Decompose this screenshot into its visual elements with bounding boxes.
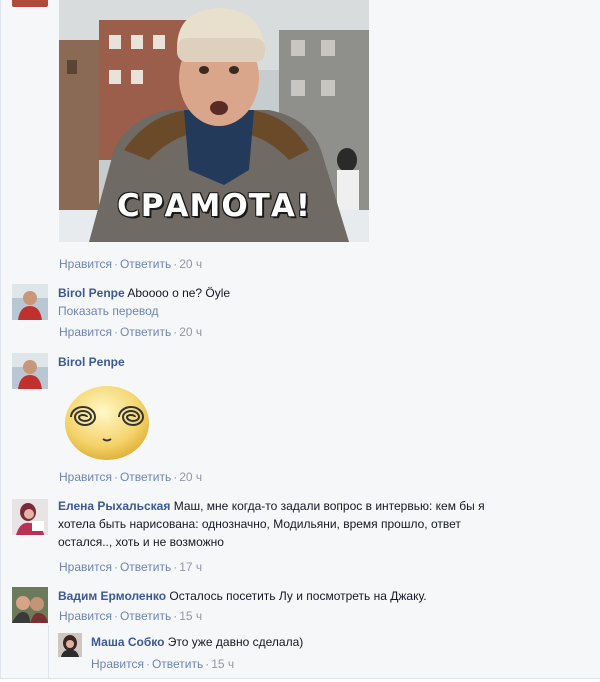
timestamp[interactable]: 17 ч xyxy=(179,560,202,574)
separator: · xyxy=(113,560,118,574)
author-name[interactable]: Елена Рыхальская xyxy=(58,499,170,513)
reply-link[interactable]: Ответить xyxy=(120,325,171,339)
avatar[interactable] xyxy=(12,353,48,389)
comment-body: Елена Рыхальская Маш, мне когда-то задал… xyxy=(58,497,588,551)
avatar-photo xyxy=(12,284,48,320)
left-border xyxy=(0,0,1,681)
comment-actions: Нравится · Ответить · 17 ч xyxy=(59,560,202,574)
like-link[interactable]: Нравится xyxy=(59,325,112,339)
author-name[interactable]: Маша Собко xyxy=(91,635,164,649)
author-name[interactable]: Birol Penpe xyxy=(58,286,125,300)
author-name[interactable]: Birol Penpe xyxy=(58,355,125,369)
avatar-photo xyxy=(12,587,48,623)
separator: · xyxy=(113,470,118,484)
like-link[interactable]: Нравится xyxy=(59,257,112,271)
meme-image[interactable]: СРАМОТА! xyxy=(59,0,369,242)
avatar-photo xyxy=(58,633,82,657)
avatar[interactable] xyxy=(12,499,48,535)
comment-actions: Нравится · Ответить · 15 ч xyxy=(59,609,202,623)
sticker-icon xyxy=(65,386,149,460)
comment-text: Осталось посетить Лу и посмотреть на Джа… xyxy=(169,589,427,603)
like-link[interactable]: Нравится xyxy=(59,470,112,484)
avatar[interactable] xyxy=(12,284,48,320)
reply-link[interactable]: Ответить xyxy=(120,609,171,623)
timestamp[interactable]: 20 ч xyxy=(179,470,202,484)
meme-caption: СРАМОТА! xyxy=(117,188,311,224)
timestamp[interactable]: 20 ч xyxy=(179,257,202,271)
avatar[interactable] xyxy=(58,633,82,657)
timestamp[interactable]: 15 ч xyxy=(211,657,234,671)
comment-body: Маша Собко Это уже давно сделала) xyxy=(91,633,303,651)
comment-actions: Нравится · Ответить · 20 ч xyxy=(59,325,202,339)
reply-link[interactable]: Ответить xyxy=(120,560,171,574)
timestamp[interactable]: 15 ч xyxy=(179,609,202,623)
comment-text: Маш, мне когда-то задали вопрос в интерв… xyxy=(173,499,485,513)
comment-text: Это уже давно сделала) xyxy=(167,635,304,649)
avatar[interactable] xyxy=(12,587,48,623)
avatar-photo xyxy=(12,353,48,389)
comment-text: Aboooo o ne? Öyle xyxy=(127,286,231,300)
bottom-divider xyxy=(0,678,600,682)
avatar-photo xyxy=(12,499,48,535)
dizzy-face-sticker xyxy=(59,381,155,463)
comment-text-line-3: остался.., хоть и не возможно xyxy=(58,535,224,549)
show-translation-link[interactable]: Показать перевод xyxy=(58,304,159,318)
comment-actions: Нравится · Ответить · 20 ч xyxy=(59,470,202,484)
reply-link[interactable]: Ответить xyxy=(120,257,171,271)
comment-actions: Нравится · Ответить · 20 ч xyxy=(59,257,202,271)
comment-actions: Нравится · Ответить · 15 ч xyxy=(91,657,234,671)
separator: · xyxy=(145,657,150,671)
comment-body: Birol Penpe Aboooo o ne? Öyle Показать п… xyxy=(58,284,230,320)
reply-link[interactable]: Ответить xyxy=(152,657,203,671)
like-link[interactable]: Нравится xyxy=(59,609,112,623)
comment-text-line-2: хотела быть нарисована: однозначно, Моди… xyxy=(58,517,461,531)
timestamp[interactable]: 20 ч xyxy=(179,325,202,339)
comment-body: Вадим Ермоленко Осталось посетить Лу и п… xyxy=(58,587,427,605)
comment-body: Birol Penpe xyxy=(58,353,125,371)
separator: · xyxy=(113,257,118,271)
author-name[interactable]: Вадим Ермоленко xyxy=(58,589,166,603)
reply-link[interactable]: Ответить xyxy=(120,470,171,484)
previous-avatar xyxy=(12,0,48,7)
separator: · xyxy=(113,609,118,623)
separator: · xyxy=(113,325,118,339)
like-link[interactable]: Нравится xyxy=(59,560,112,574)
like-link[interactable]: Нравится xyxy=(91,657,144,671)
reply-thread-line xyxy=(48,625,49,681)
